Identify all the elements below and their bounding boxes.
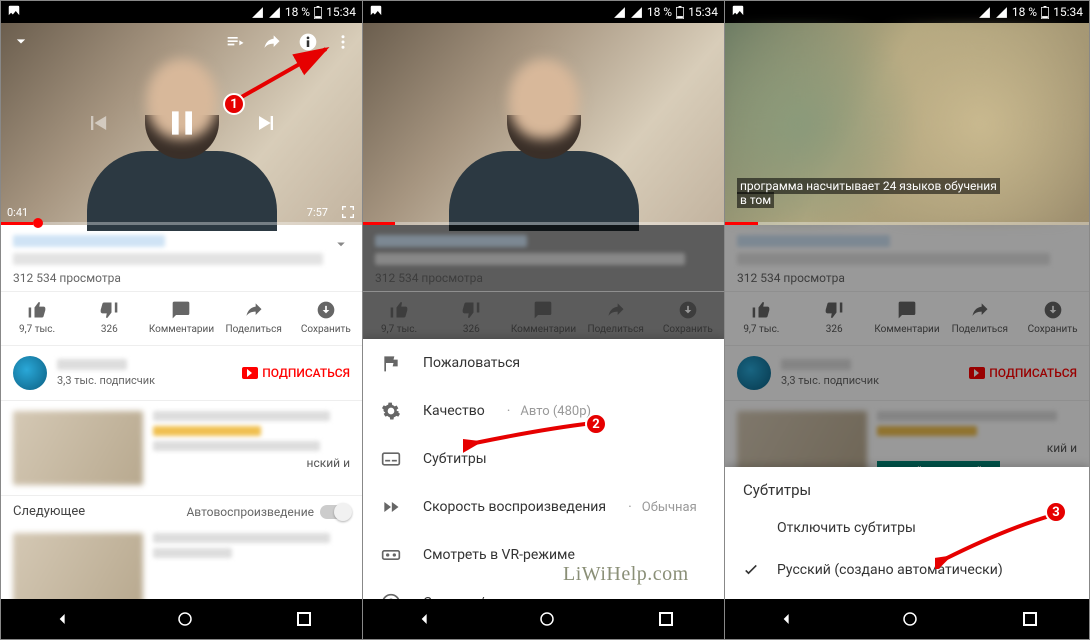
like-button[interactable]: 9,7 тыс.	[7, 300, 67, 335]
annotation-badge-3: 3	[1045, 501, 1067, 523]
prev-icon[interactable]	[84, 109, 112, 137]
clock-text: 15:34	[326, 5, 356, 19]
phone-1: 18 % 15:34 0:41 7:57 312 534 просмотра	[1, 1, 363, 639]
back-icon[interactable]	[415, 609, 435, 629]
battery-text: 18 %	[647, 5, 672, 19]
recommendation-card[interactable]: нский и	[1, 401, 362, 495]
android-navbar	[1, 599, 362, 639]
options-sheet: Пожаловаться Качество·Авто (480p) Субтит…	[363, 339, 724, 599]
recent-icon[interactable]	[1023, 612, 1037, 626]
menu-speed[interactable]: Скорость воспроизведения·Обычная	[363, 483, 724, 531]
autoplay-switch[interactable]	[320, 505, 350, 519]
clock-text: 15:34	[688, 5, 718, 19]
recent-icon[interactable]	[659, 612, 673, 626]
up-next-header: Следующее Автовоспроизведение	[1, 495, 362, 527]
fullscreen-icon[interactable]	[340, 204, 356, 220]
comments-button[interactable]: Комментарии	[151, 300, 211, 335]
cc-sheet-title: Субтитры	[725, 467, 1089, 507]
upnext-thumb	[13, 533, 143, 607]
menu-report[interactable]: Пожаловаться	[363, 339, 724, 387]
time-current: 0:41	[7, 206, 28, 219]
battery-icon	[1041, 6, 1049, 19]
battery-icon	[676, 6, 684, 19]
clock-text: 15:34	[1053, 5, 1083, 19]
menu-vr[interactable]: Смотреть в VR-режиме	[363, 531, 724, 579]
next-icon[interactable]	[252, 109, 280, 137]
phone-3: 18 % 15:34 программа насчитывает 24 язык…	[725, 1, 1089, 639]
time-total: 7:57	[307, 206, 328, 219]
channel-avatar	[13, 356, 47, 390]
youtube-icon	[242, 367, 258, 379]
back-icon[interactable]	[53, 609, 73, 629]
action-bar: 9,7 тыс. 326 Комментарии Поделиться Сохр…	[1, 292, 362, 346]
video-player: программа насчитывает 24 языков обучения…	[725, 23, 1089, 225]
battery-text: 18 %	[1012, 5, 1037, 19]
view-count: 312 534 просмотра	[13, 271, 350, 285]
annotation-badge-2: 2	[585, 413, 607, 435]
video-player	[363, 23, 724, 225]
status-bar: 18 % 15:34	[725, 1, 1089, 23]
subscriber-count: 3,3 тыс. подписчик	[57, 374, 232, 387]
signal-icon	[995, 6, 1008, 19]
progress-bar[interactable]	[1, 222, 362, 225]
status-bar: 18 % 15:34	[1, 1, 362, 23]
check-icon	[741, 561, 761, 581]
signal-icon	[630, 6, 643, 19]
expand-icon[interactable]	[332, 235, 350, 253]
home-icon[interactable]	[538, 610, 556, 628]
channel-row[interactable]: 3,3 тыс. подписчик ПОДПИСАТЬСЯ	[1, 346, 362, 401]
annotation-badge-1: 1	[223, 93, 245, 115]
recent-icon[interactable]	[297, 612, 311, 626]
picture-icon	[731, 4, 745, 18]
autoplay-label: Автовоспроизведение	[186, 505, 314, 519]
android-navbar	[725, 599, 1089, 639]
signal-icon	[251, 6, 264, 19]
battery-icon	[314, 6, 322, 19]
three-phones-composite: 18 % 15:34 0:41 7:57 312 534 просмотра	[0, 0, 1090, 640]
chevron-down-icon[interactable]	[11, 31, 31, 51]
annotation-arrow-3	[935, 509, 1065, 569]
phone-2: 18 % 15:34 312 534 просмотра 9,7 тыс. 32…	[363, 1, 725, 639]
home-icon[interactable]	[176, 610, 194, 628]
signal-icon	[613, 6, 626, 19]
dislike-button[interactable]: 326	[79, 300, 139, 335]
reco-thumb	[13, 411, 143, 485]
android-navbar	[363, 599, 724, 639]
save-button[interactable]: Сохранить	[296, 300, 356, 335]
back-icon[interactable]	[777, 609, 797, 629]
picture-icon	[7, 4, 21, 18]
video-info: 312 534 просмотра	[1, 225, 362, 292]
caption-text: программа насчитывает 24 языков обучения…	[737, 179, 1077, 207]
pause-icon[interactable]	[162, 103, 202, 143]
signal-icon	[268, 6, 281, 19]
home-icon[interactable]	[901, 610, 919, 628]
share-button[interactable]: Поделиться	[224, 300, 284, 335]
up-next-label: Следующее	[13, 504, 85, 519]
battery-text: 18 %	[285, 5, 310, 19]
status-bar: 18 % 15:34	[363, 1, 724, 23]
picture-icon	[369, 4, 383, 18]
signal-icon	[978, 6, 991, 19]
annotation-arrow-2	[463, 415, 603, 455]
subscribe-button[interactable]: ПОДПИСАТЬСЯ	[242, 366, 350, 380]
